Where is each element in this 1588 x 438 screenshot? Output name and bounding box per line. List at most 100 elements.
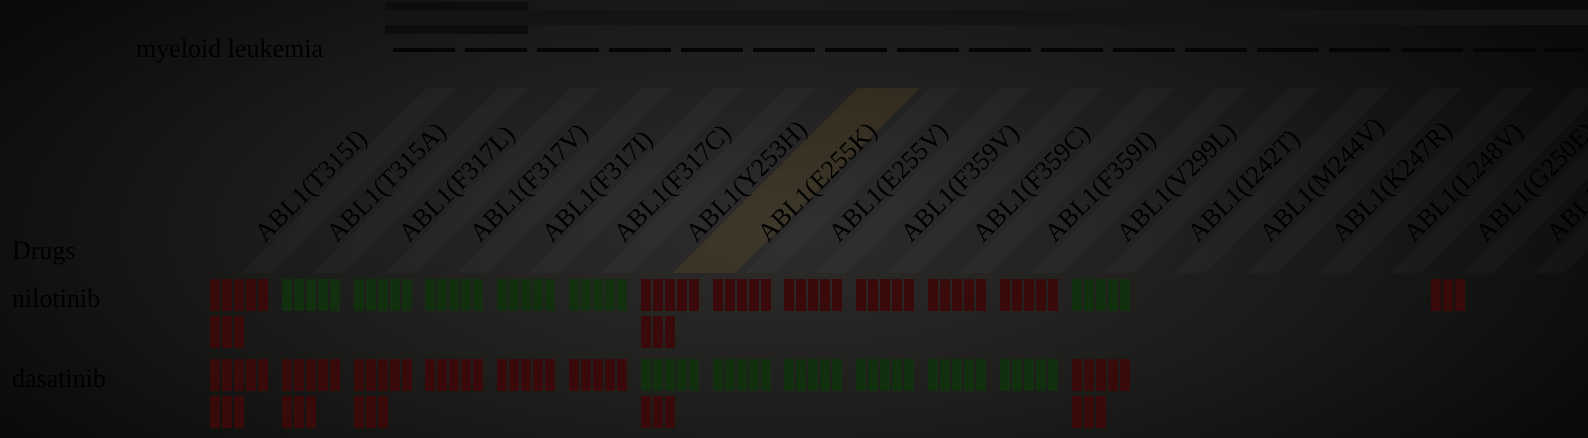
evidence-bar: [1107, 279, 1118, 311]
evidence-bar: [664, 359, 675, 391]
evidence-bar: [832, 359, 843, 391]
evidence-bar: [281, 396, 292, 428]
evidence-bar: [605, 279, 615, 311]
evidence-bar: [353, 396, 364, 428]
evidence-bar: [688, 279, 699, 311]
evidence-bar: [509, 359, 520, 391]
evidence-bar: [210, 396, 220, 428]
evidence-bar: [293, 396, 304, 428]
evidence-bar: [784, 279, 795, 311]
evidence-bar: [928, 279, 938, 311]
evidence-bar: [1095, 396, 1106, 428]
evidence-bar: [1047, 359, 1058, 391]
evidence-bar: [377, 396, 388, 428]
evidence-bar: [712, 279, 723, 311]
evidence-bar: [640, 359, 651, 391]
evidence-bar: [1454, 279, 1465, 311]
evidence-bar: [389, 359, 400, 391]
evidence-bar: [234, 396, 244, 428]
evidence-bar: [593, 279, 603, 311]
evidence-bar: [210, 279, 220, 311]
evidence-bar: [281, 279, 292, 311]
evidence-bar: [222, 279, 232, 311]
evidence-bar: [305, 359, 316, 391]
evidence-bar: [964, 279, 974, 311]
evidence-bar: [664, 316, 675, 348]
evidence-bar: [1107, 359, 1118, 391]
evidence-bar: [952, 279, 962, 311]
evidence-bar: [497, 279, 508, 311]
evidence-bar: [210, 359, 220, 391]
evidence-bar: [952, 359, 962, 391]
evidence-bar: [377, 359, 388, 391]
evidence-bar: [234, 279, 244, 311]
evidence-bar: [1023, 359, 1034, 391]
evidence-bar: [497, 359, 508, 391]
evidence-bar: [760, 279, 771, 311]
evidence-bar: [545, 359, 556, 391]
evidence-bar: [964, 359, 974, 391]
evidence-bar: [210, 316, 220, 348]
evidence-bar: [353, 279, 364, 311]
evidence-bar: [748, 279, 759, 311]
evidence-bar: [652, 396, 663, 428]
evidence-bar: [664, 396, 675, 428]
evidence-bar: [617, 359, 627, 391]
evidence-bar: [365, 396, 376, 428]
evidence-bar: [281, 359, 292, 391]
evidence-bar: [329, 279, 340, 311]
evidence-bar: [640, 316, 651, 348]
evidence-bar: [293, 279, 304, 311]
evidence-bar: [329, 359, 340, 391]
evidence-bar: [258, 359, 268, 391]
evidence-bar: [976, 279, 986, 311]
evidence-bar: [999, 359, 1010, 391]
evidence-bar: [365, 279, 376, 311]
evidence-bar: [617, 279, 627, 311]
evidence-bar: [868, 279, 879, 311]
evidence-bar: [317, 279, 328, 311]
row-header-nilotinib[interactable]: nilotinib: [12, 284, 100, 314]
evidence-bar: [449, 279, 460, 311]
evidence-bar: [940, 359, 950, 391]
drugs-header: Drugs: [12, 236, 76, 265]
evidence-bar: [1035, 359, 1046, 391]
evidence-bar: [1083, 396, 1094, 428]
evidence-bar: [305, 279, 316, 311]
evidence-bar: [724, 359, 735, 391]
evidence-bar: [1011, 359, 1022, 391]
evidence-bar: [461, 279, 472, 311]
evidence-bar: [640, 396, 651, 428]
evidence-bar: [365, 359, 376, 391]
evidence-bar: [652, 359, 663, 391]
horizontal-scrollbar[interactable]: [385, 10, 1588, 25]
evidence-bar: [1083, 359, 1094, 391]
evidence-bar: [724, 279, 735, 311]
evidence-bar: [593, 359, 603, 391]
evidence-bar: [569, 359, 579, 391]
evidence-bar: [1071, 359, 1082, 391]
evidence-bar: [736, 279, 747, 311]
evidence-bar: [676, 359, 687, 391]
evidence-bar: [820, 279, 831, 311]
evidence-bar: [317, 359, 328, 391]
evidence-bar: [461, 359, 472, 391]
evidence-bar: [688, 359, 699, 391]
evidence-bar: [652, 279, 663, 311]
evidence-bar: [676, 279, 687, 311]
evidence-bar: [437, 279, 448, 311]
row-header-dasatinib[interactable]: dasatinib: [12, 364, 106, 394]
evidence-bar: [868, 359, 879, 391]
evidence-bar: [856, 279, 867, 311]
evidence-bar: [808, 279, 819, 311]
evidence-bar: [533, 279, 544, 311]
evidence-bar: [1071, 396, 1082, 428]
evidence-bar: [222, 359, 232, 391]
evidence-bar: [1095, 359, 1106, 391]
evidence-bar: [293, 359, 304, 391]
evidence-bar: [425, 359, 436, 391]
evidence-bar: [892, 279, 903, 311]
evidence-bar: [521, 359, 532, 391]
evidence-bar: [581, 279, 591, 311]
evidence-bar: [748, 359, 759, 391]
